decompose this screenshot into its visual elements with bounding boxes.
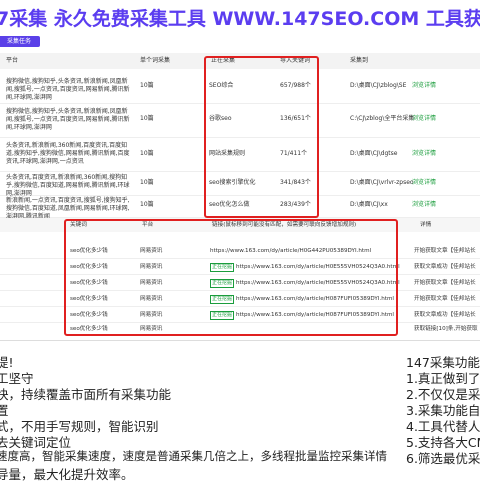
feature-line: 快，持续覆盖市面所有采集功能 <box>0 387 172 402</box>
header-single-word: 单个词采集 <box>140 57 171 64</box>
row-count: 10篇 <box>140 201 154 208</box>
header-platform: 平台 <box>6 57 19 64</box>
log-detail: 开始获取文章【佳邦站长 <box>414 296 476 302</box>
row-count: 10篇 <box>140 82 154 89</box>
row-count: 10篇 <box>140 179 154 186</box>
highlight-box-log <box>64 219 398 336</box>
feature-line: 速度高，智能采集速度，速度是普通采集几倍之上，多线程批量监控采集详情 <box>0 449 387 463</box>
row-view-details-link[interactable]: 浏览详情 <box>412 82 436 90</box>
highlight-box-progress <box>204 56 319 218</box>
row-view-details-link[interactable]: 浏览详情 <box>412 150 436 158</box>
log-detail: 获取文章成功【佳邦站长 <box>414 264 476 270</box>
row-path: D:\桌面\CJ\xx <box>350 201 388 208</box>
header-collect-to: 采集到 <box>350 57 369 64</box>
banner: 7采集 永久免费采集工具 WWW.147SEO.COM 工具获取地址 <box>0 0 480 34</box>
row-path: D:\桌面\CJ\zblog\SE <box>350 82 407 89</box>
row-view-details-link[interactable]: 浏览详情 <box>412 201 436 209</box>
row-platform: 搜狗微信,搜狗知乎,头条资讯,新浪新闻,凤凰新闻,搜狐号,一点资讯,百度资讯,网… <box>6 78 130 101</box>
log-detail: 获取文章成功【佳邦站长 <box>414 312 476 318</box>
row-path: D:\桌面\CJ\vrlvr-zpseo <box>350 179 414 186</box>
log-detail: 获取链接[10]条,开始获取 <box>414 326 478 332</box>
row-view-details-link[interactable]: 浏览详情 <box>412 115 436 123</box>
header-detail: 详情 <box>420 222 432 228</box>
row-platform: 头条资讯,新浪新闻,360新闻,百度资讯,百度知道,搜狗知乎,搜狗微信,网易新闻… <box>6 142 130 165</box>
row-view-details-link[interactable]: 浏览详情 <box>412 179 436 187</box>
row-count: 10篇 <box>140 115 154 122</box>
log-detail: 开始获取文章【佳邦站长 <box>414 248 476 254</box>
row-count: 10篇 <box>140 150 154 157</box>
collect-task-button[interactable]: 采集任务 <box>0 36 40 47</box>
feature-description: 提! 工坚守 快，持续覆盖市面所有采集功能 置 式，不用手写规则，智能识别 去关… <box>0 348 480 482</box>
feature-list-item: 6.筛选最优采集 <box>406 451 480 466</box>
row-platform: 搜狗微信,搜狗知乎,头条资讯,新浪新闻,凤凰新闻,搜狐号,一点资讯,百度资讯,网… <box>6 108 130 131</box>
section-divider <box>0 340 480 341</box>
feature-line: 导量，最大化提升效率。 <box>0 467 134 482</box>
row-path: D:\桌面\CJ\dgtse <box>350 150 398 157</box>
banner-title: 7采集 永久免费采集工具 WWW.147SEO.COM 工具获取地址 <box>0 8 480 30</box>
row-path: C:\CJ\zblog\全平台采集 <box>350 115 415 122</box>
log-detail: 开始获取文章【佳邦站长 <box>414 280 476 286</box>
